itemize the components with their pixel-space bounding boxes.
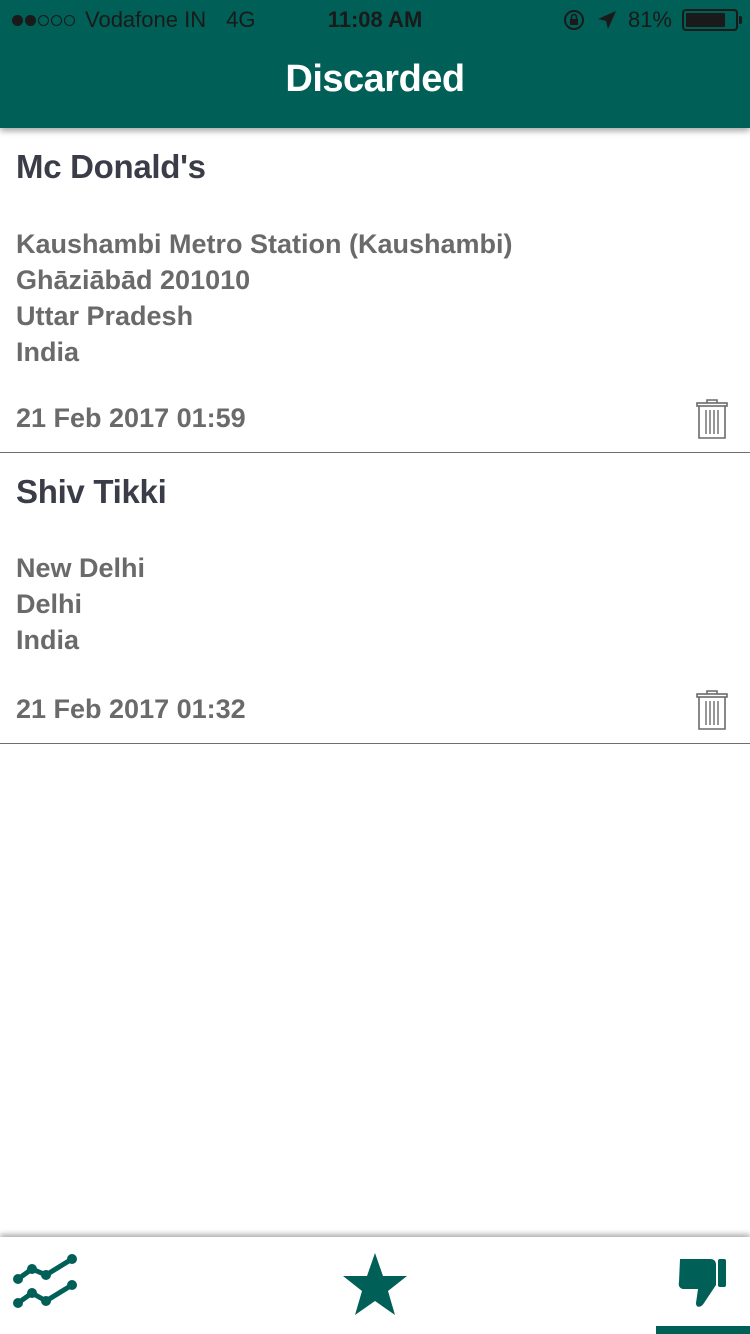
- list-item[interactable]: Shiv Tikki New Delhi Delhi India 21 Feb …: [0, 453, 750, 744]
- place-name: Mc Donald's: [16, 148, 206, 185]
- address-line: Delhi: [16, 589, 83, 619]
- place-address: Kaushambi Metro Station (Kaushambi) Ghāz…: [16, 226, 513, 370]
- trash-icon[interactable]: [696, 689, 728, 731]
- address-line: Uttar Pradesh: [16, 301, 194, 331]
- star-icon: [343, 1253, 407, 1315]
- tab-favorites[interactable]: [250, 1237, 500, 1334]
- battery-icon: [682, 9, 742, 31]
- discarded-list: Mc Donald's Kaushambi Metro Station (Kau…: [0, 128, 750, 744]
- navigation-header: Vodafone IN 4G 11:08 AM 81% Discarded: [0, 0, 750, 128]
- tab-bar: [0, 1237, 750, 1334]
- page-title: Discarded: [285, 58, 465, 100]
- address-line: Ghāziābād 201010: [16, 265, 251, 295]
- tab-discarded[interactable]: [500, 1237, 750, 1334]
- address-line: New Delhi: [16, 553, 146, 583]
- trash-icon[interactable]: [696, 398, 728, 440]
- place-name: Shiv Tikki: [16, 473, 167, 510]
- selected-tab-indicator: [656, 1326, 750, 1334]
- thumbs-down-icon: [678, 1259, 726, 1307]
- place-address: New Delhi Delhi India: [16, 550, 145, 658]
- item-date: 21 Feb 2017 01:32: [16, 694, 246, 724]
- list-item[interactable]: Mc Donald's Kaushambi Metro Station (Kau…: [0, 128, 750, 453]
- location-arrow-icon: [597, 11, 616, 29]
- discarded-screen: Vodafone IN 4G 11:08 AM 81% Discarded Mc…: [0, 0, 750, 1334]
- address-line: India: [16, 625, 80, 655]
- battery-percent: 81%: [627, 7, 672, 32]
- tab-trending[interactable]: [0, 1237, 250, 1334]
- trend-lines-icon: [13, 1254, 77, 1308]
- status-bar: Vodafone IN 4G 11:08 AM 81%: [0, 0, 750, 40]
- item-date: 21 Feb 2017 01:59: [16, 403, 246, 433]
- orientation-lock-icon: [563, 10, 584, 30]
- address-line: India: [16, 337, 80, 367]
- address-line: Kaushambi Metro Station (Kaushambi): [16, 229, 513, 259]
- status-right: 81%: [562, 7, 742, 33]
